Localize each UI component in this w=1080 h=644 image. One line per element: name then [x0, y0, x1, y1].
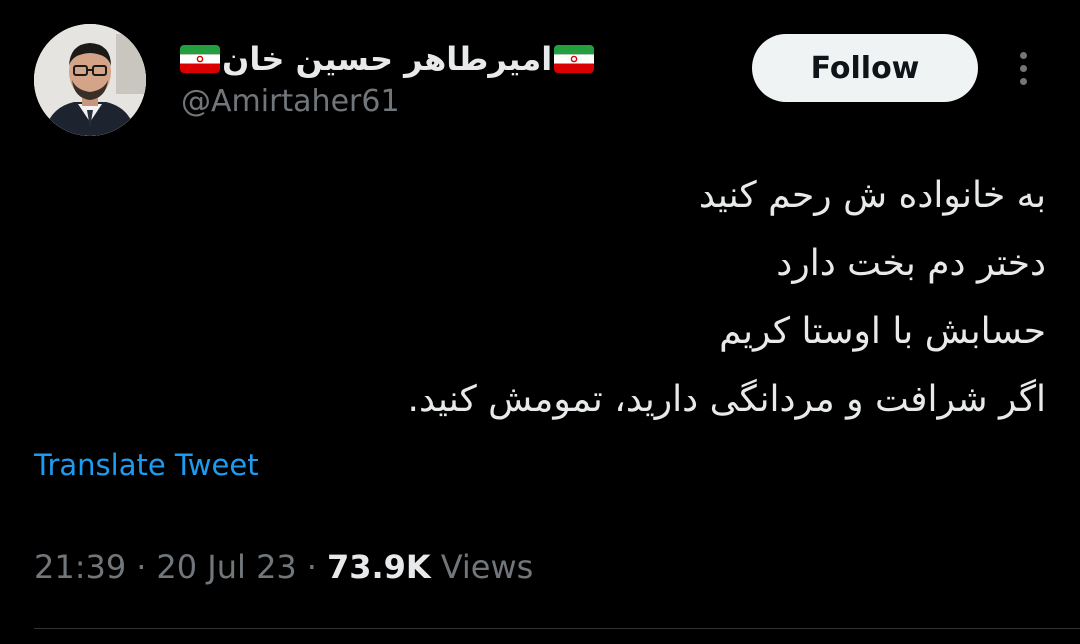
tweet-line: حسابش با اوستا کریم	[719, 311, 1046, 352]
meta-separator: ·	[136, 548, 147, 586]
more-options-button[interactable]	[1006, 48, 1040, 88]
tweet-meta: 21:39 · 20 Jul 23 · 73.9K Views	[34, 548, 533, 586]
views-count[interactable]: 73.9K	[327, 548, 431, 586]
more-vertical-icon	[1019, 64, 1027, 72]
tweet-time[interactable]: 21:39	[34, 548, 126, 586]
meta-separator: ·	[306, 548, 317, 586]
tweet-date[interactable]: 20 Jul 23	[156, 548, 296, 586]
tweet-line: اگر شرافت و مردانگی دارید، تمومش کنید.	[407, 379, 1047, 420]
author-avatar[interactable]	[34, 24, 146, 136]
more-vertical-icon	[1019, 77, 1027, 85]
more-vertical-icon	[1019, 51, 1027, 59]
tweet-line: دختر دم بخت دارد	[776, 243, 1046, 284]
views-label: Views	[440, 548, 534, 586]
author-display-name[interactable]: امیرطاهر حسین خان	[180, 36, 595, 82]
iran-flag-icon	[554, 45, 595, 73]
follow-button[interactable]: Follow	[752, 34, 978, 102]
author-handle[interactable]: @Amirtaher61	[181, 84, 400, 119]
profile-photo	[34, 24, 146, 136]
tweet-line: به خانواده ش رحم کنید	[698, 175, 1046, 216]
translate-tweet-link[interactable]: Translate Tweet	[34, 448, 259, 482]
divider	[34, 628, 1080, 629]
iran-flag-icon	[180, 45, 220, 73]
display-name-text: امیرطاهر حسین خان	[222, 40, 553, 78]
tweet-text: به خانواده ش رحم کنید دختر دم بخت دارد ح…	[246, 162, 1047, 434]
